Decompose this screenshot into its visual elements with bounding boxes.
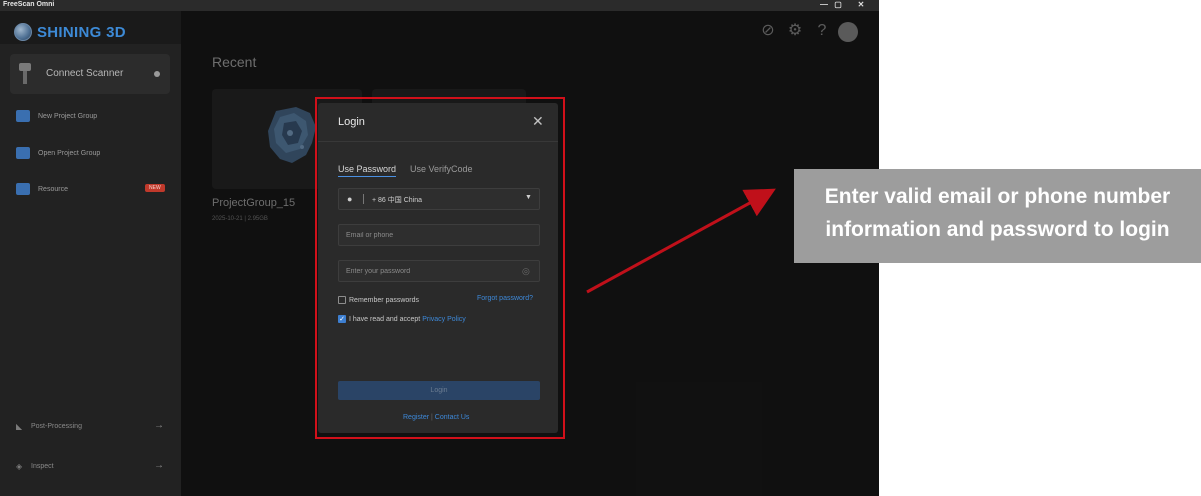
annotation-callout: Enter valid email or phone number inform… (794, 169, 1201, 263)
annotation-line-2: information and password to login (825, 218, 1170, 241)
annotation-text: Enter valid email or phone number inform… (794, 180, 1201, 246)
annotation-line-1: Enter valid email or phone number (824, 185, 1171, 208)
